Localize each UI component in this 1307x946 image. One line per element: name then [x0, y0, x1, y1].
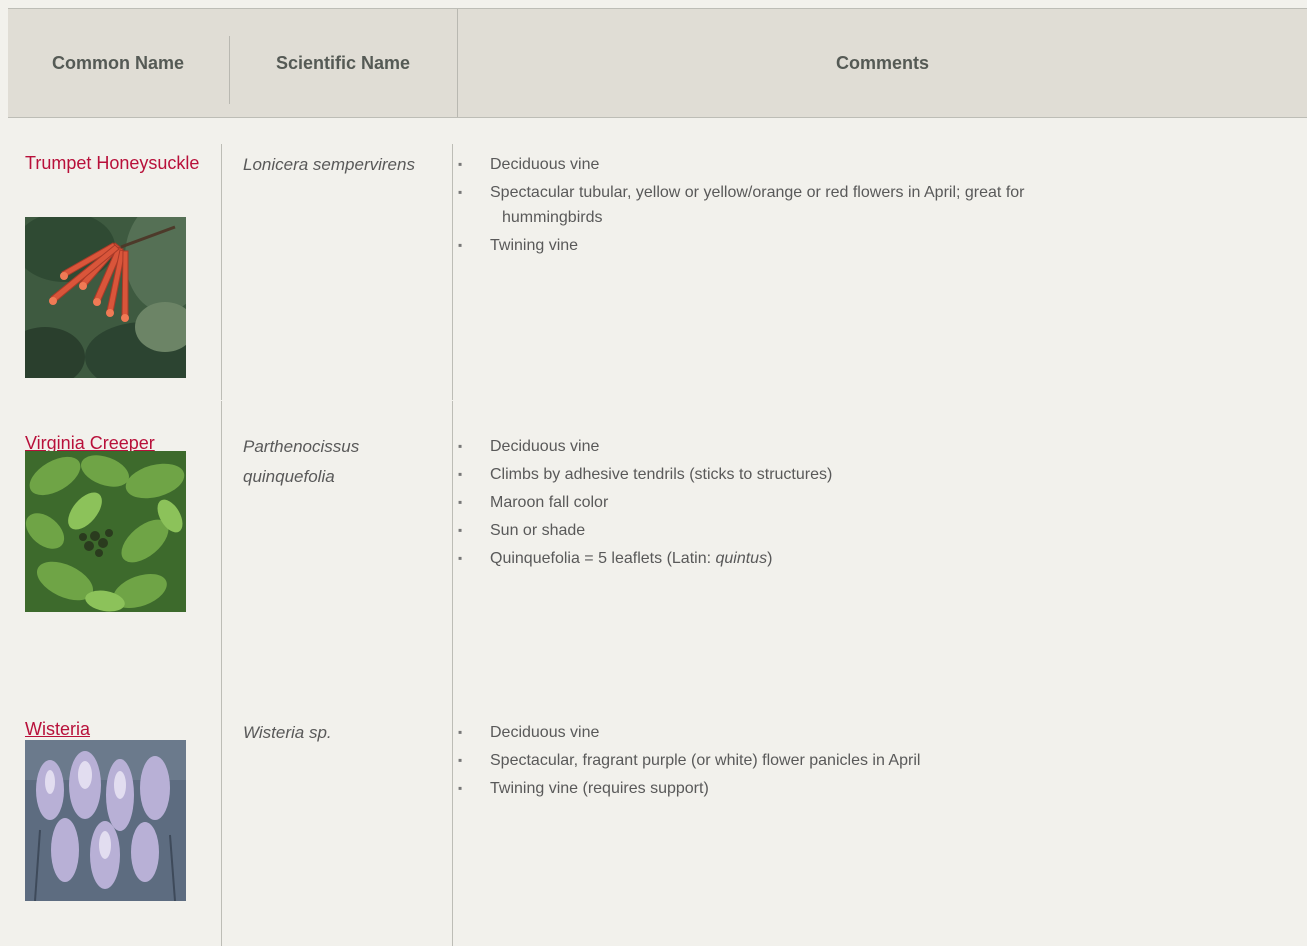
comment-text: Maroon fall color — [490, 494, 609, 511]
table-row: Wisteria Wisteria sp. ▪ Deciduous vine ▪… — [0, 686, 1307, 946]
plant-table: Common Name Scientific Name Comments Tru… — [0, 0, 1307, 946]
table-header: Common Name Scientific Name Comments — [8, 8, 1307, 118]
scientific-name: Wisteria sp. — [243, 718, 438, 748]
list-item: ▪ Twining vine — [458, 237, 579, 254]
header-divider — [229, 36, 230, 104]
comment-text-italic: quintus — [715, 550, 768, 567]
comment-text: hummingbirds — [502, 209, 603, 226]
header-comments: Comments — [835, 52, 929, 73]
column-divider — [221, 144, 222, 400]
comment-text: Deciduous vine — [490, 438, 600, 455]
column-divider — [452, 144, 453, 400]
scientific-name-text: Wisteria sp. — [243, 723, 332, 742]
comment-text: Twining vine — [490, 237, 579, 254]
common-name-link[interactable]: Trumpet Honeysuckle — [25, 150, 215, 176]
comment-text: ) — [767, 550, 773, 567]
plant-photo — [25, 451, 186, 612]
comment-text: Spectacular tubular, yellow or yellow/or… — [490, 184, 1025, 201]
common-name-link[interactable]: Wisteria — [25, 716, 215, 742]
header-divider — [457, 9, 458, 117]
list-item: ▪ Maroon fall color — [458, 494, 609, 511]
table-row: Virginia Creeper Parthenocissus quinquef… — [0, 400, 1307, 686]
list-item: ▪ Twining vine (requires support) — [458, 780, 709, 797]
scientific-name-text: Lonicera sempervirens — [243, 155, 415, 174]
column-divider — [452, 686, 453, 946]
comment-text: Twining vine (requires support) — [490, 780, 709, 797]
list-item: ▪ Climbs by adhesive tendrils (sticks to … — [458, 466, 833, 483]
list-item: ▪ Spectacular, fragrant purple (or white)… — [458, 752, 921, 769]
scientific-name-text: Parthenocissus quinquefolia — [243, 437, 360, 486]
plant-photo — [25, 740, 186, 901]
comment-text: Climbs by adhesive tendrils (sticks to s… — [490, 466, 833, 483]
list-item: ▪ Sun or shade — [458, 522, 586, 539]
comment-text: Deciduous vine — [490, 156, 600, 173]
header-common-name: Common Name — [51, 52, 185, 73]
comments-list: ▪ Deciduous vine ▪ Climbs by adhesive tend… — [458, 434, 1278, 574]
comment-text: Spectacular, fragrant purple (or white) … — [490, 752, 921, 769]
comment-text: Quinquefolia = 5 leaflets (Latin: — [490, 550, 716, 567]
plant-photo — [25, 217, 186, 378]
comment-text: Deciduous vine — [490, 724, 600, 741]
column-divider — [452, 400, 453, 686]
list-item: ▪ Quinquefolia = 5 leaflets (Latin: quint… — [458, 550, 773, 567]
column-divider — [221, 400, 222, 686]
scientific-name: Lonicera sempervirens — [243, 150, 438, 180]
comments-list: ▪ Deciduous vine ▪ Spectacular tubular, ye… — [458, 152, 1278, 261]
row-divider — [0, 400, 1307, 401]
list-item: ▪ Deciduous vine — [458, 724, 600, 741]
table-row: Trumpet Honeysuckle Lonicera semperviren… — [0, 118, 1307, 400]
comments-list: ▪ Deciduous vine ▪ Spectacular, fragrant p… — [458, 720, 1278, 804]
list-item: ▪ Deciduous vine — [458, 438, 600, 455]
column-divider — [221, 686, 222, 946]
list-item: ▪ Deciduous vine — [458, 156, 600, 173]
header-scientific-name: Scientific Name — [275, 52, 411, 73]
list-item: ▪ Spectacular tubular, yellow or yellow/o… — [458, 180, 1278, 230]
scientific-name: Parthenocissus quinquefolia — [243, 432, 438, 492]
comment-text: Sun or shade — [490, 522, 586, 539]
